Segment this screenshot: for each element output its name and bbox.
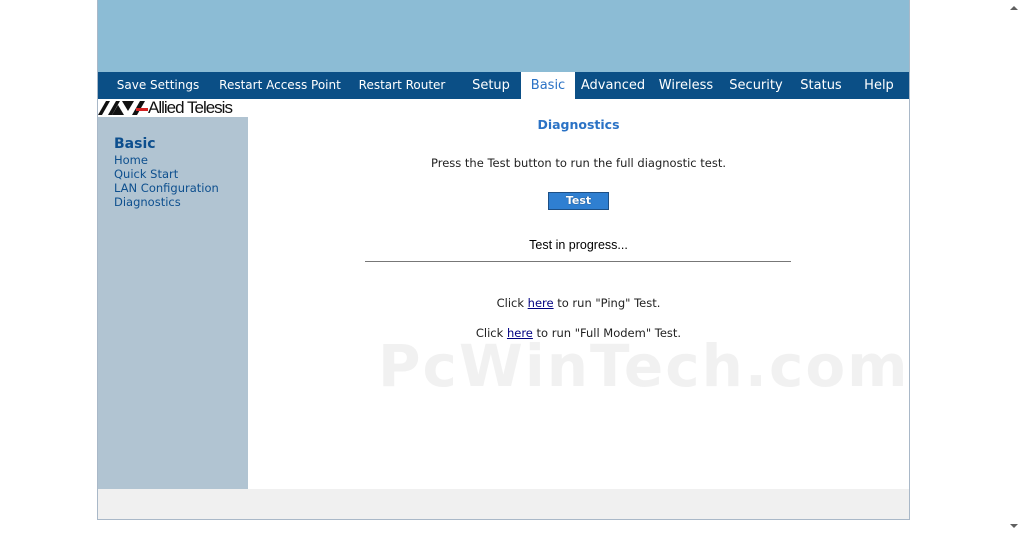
logo-wordmark: Allied Telesis [148,99,233,117]
nav-restart-access-point[interactable]: Restart Access Point [213,72,347,99]
main-content: PcWinTech.com Diagnostics Press the Test… [248,99,909,489]
tab-security[interactable]: Security [725,72,787,99]
tab-status[interactable]: Status [794,72,848,99]
tab-basic[interactable]: Basic [521,72,575,99]
header-banner [98,0,909,72]
sidebar: Basic Home Quick Start LAN Configuration… [98,117,248,489]
test-button[interactable]: Test [548,192,609,210]
ping-suffix: to run "Ping" Test. [553,296,661,310]
sidebar-item-home[interactable]: Home [114,153,148,167]
top-navigation: Save Settings Restart Access Point Resta… [98,72,909,99]
full-modem-test-link[interactable]: here [507,326,533,340]
tab-wireless[interactable]: Wireless [653,72,719,99]
router-admin-frame: Save Settings Restart Access Point Resta… [97,0,910,520]
modem-prefix: Click [475,326,507,340]
brand-logo: Allied Telesis [98,99,248,117]
tab-setup[interactable]: Setup [464,72,518,99]
ping-prefix: Click [496,296,528,310]
sidebar-title: Basic [114,136,156,152]
full-modem-test-line: Click here to run "Full Modem" Test. [248,326,909,340]
sidebar-item-diagnostics[interactable]: Diagnostics [114,195,181,209]
nav-restart-router[interactable]: Restart Router [350,72,454,99]
progress-status: Test in progress... [529,238,628,252]
vertical-scrollbar[interactable] [1005,0,1022,535]
scroll-up-arrow-icon[interactable] [1010,6,1018,10]
ping-test-link[interactable]: here [528,296,554,310]
modem-suffix: to run "Full Modem" Test. [532,326,682,340]
nav-save-settings[interactable]: Save Settings [107,72,209,99]
tab-help[interactable]: Help [856,72,902,99]
sidebar-item-lan-configuration[interactable]: LAN Configuration [114,181,219,195]
page-title: Diagnostics [537,117,620,132]
footer [98,489,909,519]
watermark: PcWinTech.com [378,332,910,400]
allied-telesis-logo-icon [98,101,148,115]
sidebar-item-quick-start[interactable]: Quick Start [114,167,178,181]
ping-test-line: Click here to run "Ping" Test. [248,296,909,310]
divider [365,261,791,262]
instruction-text: Press the Test button to run the full di… [431,156,726,170]
scroll-down-arrow-icon[interactable] [1010,524,1018,528]
tab-advanced[interactable]: Advanced [578,72,648,99]
